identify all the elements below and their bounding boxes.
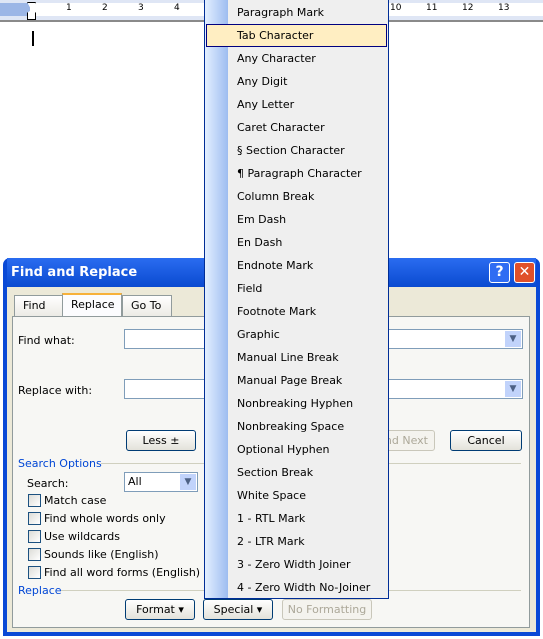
menu-item[interactable]: En Dash <box>206 231 387 254</box>
menu-item[interactable]: 2 - LTR Mark <box>206 530 387 553</box>
match-case-label[interactable]: Match case <box>44 494 106 507</box>
replace-with-label: Replace with: <box>18 384 93 397</box>
word-forms-checkbox[interactable] <box>28 566 41 579</box>
menu-item[interactable]: Paragraph Mark <box>206 1 387 24</box>
menu-item[interactable]: Column Break <box>206 185 387 208</box>
menu-item[interactable]: Optional Hyphen <box>206 438 387 461</box>
whole-words-label[interactable]: Find whole words only <box>44 512 166 525</box>
dialog-title: Find and Replace <box>11 265 138 280</box>
menu-item[interactable]: Em Dash <box>206 208 387 231</box>
special-menu: Paragraph Mark Tab Character Any Character… <box>204 0 389 599</box>
replace-group-label: Replace <box>18 584 62 597</box>
ruler-number: 13 <box>498 3 510 13</box>
search-label: Search: <box>27 477 69 490</box>
ruler-number: 11 <box>426 3 438 13</box>
menu-item[interactable]: Section Break <box>206 461 387 484</box>
menu-item[interactable]: Manual Line Break <box>206 346 387 369</box>
tab-replace[interactable]: Replace <box>62 293 122 317</box>
less-button[interactable]: Less ± <box>126 430 196 451</box>
menu-item[interactable]: Tab Character <box>206 24 387 47</box>
chevron-down-icon[interactable]: ▼ <box>505 381 521 397</box>
tab-go-to[interactable]: Go To <box>122 295 172 316</box>
match-case-checkbox[interactable] <box>28 494 41 507</box>
cancel-button[interactable]: Cancel <box>450 430 522 451</box>
ruler-number: 12 <box>462 3 474 13</box>
menu-item[interactable]: 1 - RTL Mark <box>206 507 387 530</box>
no-formatting-button[interactable]: No Formatting <box>282 599 372 620</box>
sounds-like-label[interactable]: Sounds like (English) <box>44 548 159 561</box>
menu-item[interactable]: Caret Character <box>206 116 387 139</box>
menu-item[interactable]: Nonbreaking Space <box>206 415 387 438</box>
tab-find[interactable]: Find <box>14 295 64 316</box>
word-forms-label[interactable]: Find all word forms (English) <box>44 566 200 579</box>
ruler-number: 4 <box>174 3 180 13</box>
find-what-label: Find what: <box>18 334 75 347</box>
menu-item[interactable]: White Space <box>206 484 387 507</box>
special-button[interactable]: Special ▾ <box>203 599 273 620</box>
menu-item[interactable]: ¶ Paragraph Character <box>206 162 387 185</box>
menu-item[interactable]: Endnote Mark <box>206 254 387 277</box>
text-cursor <box>32 31 34 46</box>
close-button[interactable]: ✕ <box>514 262 535 283</box>
format-button[interactable]: Format ▾ <box>125 599 195 620</box>
ruler-number: 2 <box>102 3 108 13</box>
ruler-number: 3 <box>138 3 144 13</box>
chevron-down-icon[interactable]: ▼ <box>180 474 196 490</box>
ruler-number: 10 <box>390 3 402 13</box>
help-button[interactable]: ? <box>489 262 510 283</box>
menu-item[interactable]: 3 - Zero Width Joiner <box>206 553 387 576</box>
menu-item[interactable]: Manual Page Break <box>206 369 387 392</box>
ruler-left-margin <box>0 3 30 16</box>
search-direction-select[interactable]: All ▼ <box>124 472 198 492</box>
wildcards-label[interactable]: Use wildcards <box>44 530 120 543</box>
menu-item[interactable]: § Section Character <box>206 139 387 162</box>
menu-item[interactable]: Any Letter <box>206 93 387 116</box>
whole-words-checkbox[interactable] <box>28 512 41 525</box>
search-options-label: Search Options <box>18 457 102 470</box>
menu-item[interactable]: Footnote Mark <box>206 300 387 323</box>
menu-item[interactable]: Field <box>206 277 387 300</box>
menu-item[interactable]: Any Digit <box>206 70 387 93</box>
menu-item[interactable]: Nonbreaking Hyphen <box>206 392 387 415</box>
menu-item[interactable]: Graphic <box>206 323 387 346</box>
sounds-like-checkbox[interactable] <box>28 548 41 561</box>
wildcards-checkbox[interactable] <box>28 530 41 543</box>
menu-item[interactable]: 4 - Zero Width No-Joiner <box>206 576 387 599</box>
ruler-number: 1 <box>66 3 72 13</box>
chevron-down-icon[interactable]: ▼ <box>505 331 521 347</box>
menu-item[interactable]: Any Character <box>206 47 387 70</box>
